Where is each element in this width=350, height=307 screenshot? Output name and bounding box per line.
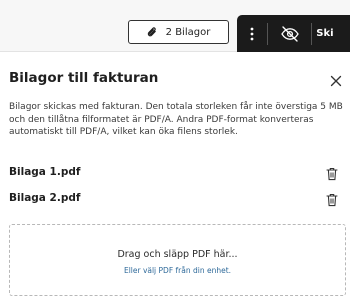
close-icon[interactable] — [330, 72, 342, 87]
attachments-panel: Bilagor till fakturan Bilagor skickas me… — [0, 52, 350, 307]
attachments-button[interactable]: 2 Bilagor — [128, 20, 229, 44]
panel-description: Bilagor skickas med fakturan. Den totala… — [9, 102, 343, 137]
more-vertical-icon[interactable] — [237, 15, 267, 52]
panel-title: Bilagor till fakturan — [9, 70, 159, 86]
dropzone-main-text: Drag och släpp PDF här... — [117, 249, 238, 260]
trash-icon[interactable] — [326, 192, 338, 207]
eye-off-icon[interactable] — [268, 15, 312, 52]
pdf-dropzone[interactable]: Drag och släpp PDF här... Eller välj PDF… — [9, 224, 346, 296]
paperclip-icon — [147, 26, 158, 39]
trash-icon[interactable] — [326, 166, 338, 181]
attachment-file-name: Bilaga 2.pdf — [9, 192, 81, 204]
choose-file-link[interactable]: Eller välj PDF från din enhet. — [10, 266, 345, 275]
toolbar-truncated-button[interactable]: Ski — [312, 28, 350, 39]
dark-action-bar: Ski — [237, 15, 350, 52]
top-toolbar: 2 Bilagor Ski — [0, 0, 350, 52]
attachments-button-label: 2 Bilagor — [165, 26, 211, 38]
attachment-row: Bilaga 1.pdf — [9, 166, 339, 182]
attachment-row: Bilaga 2.pdf — [9, 192, 339, 208]
attachment-file-name: Bilaga 1.pdf — [9, 166, 81, 178]
